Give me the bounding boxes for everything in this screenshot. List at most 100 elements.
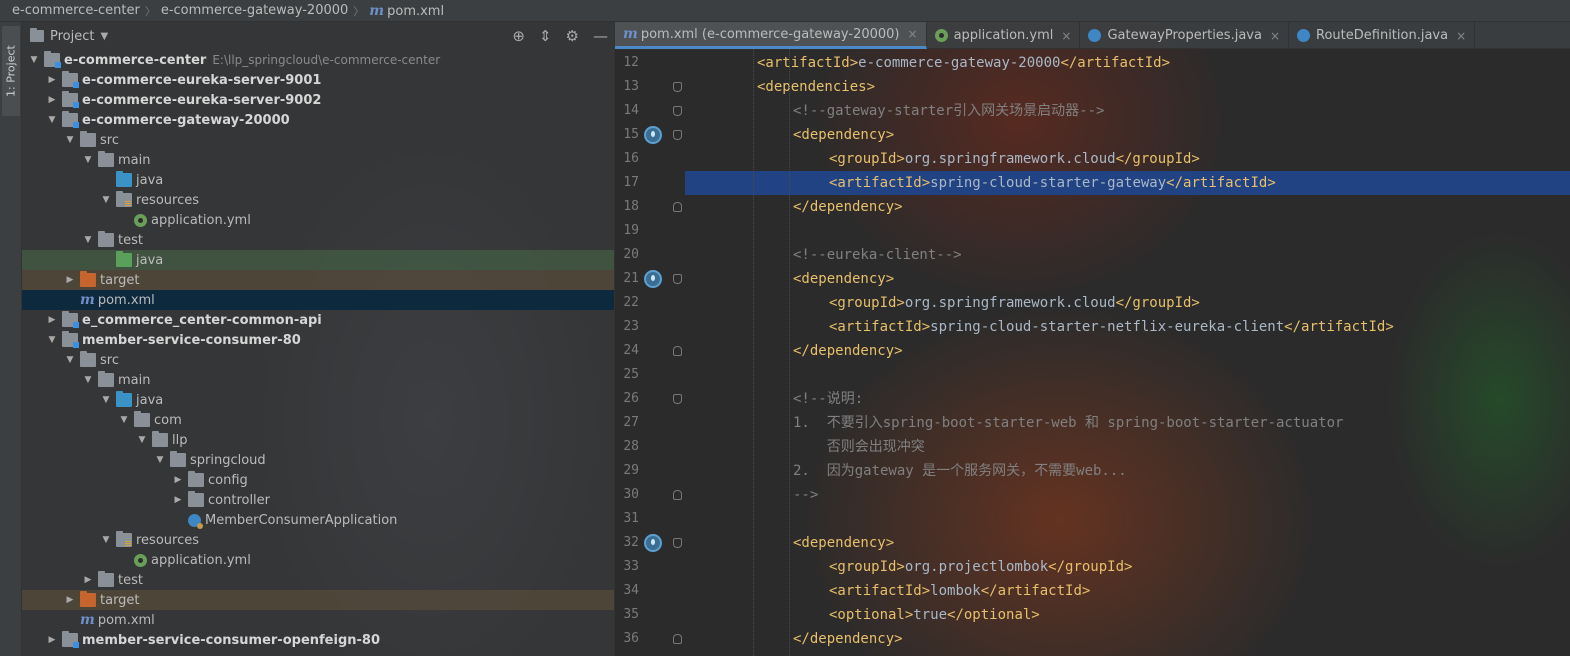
- gear-icon[interactable]: ⚙: [566, 27, 579, 45]
- chevron-right-icon[interactable]: ▶: [64, 275, 76, 285]
- chevron-down-icon[interactable]: ▼: [100, 395, 112, 405]
- chevron-down-icon[interactable]: ▼: [100, 535, 112, 545]
- fold-marker-icon[interactable]: [673, 202, 682, 212]
- tree-row[interactable]: ▼ main: [22, 370, 614, 390]
- tree-row[interactable]: ▶ target: [22, 270, 614, 290]
- code-line[interactable]: <groupId>org.projectlombok</groupId>: [685, 555, 1570, 579]
- tree-row[interactable]: java: [22, 170, 614, 190]
- chevron-down-icon[interactable]: ▼: [64, 355, 76, 365]
- chevron-down-icon[interactable]: ▼: [118, 415, 130, 425]
- tree-row[interactable]: ▶ config: [22, 470, 614, 490]
- chevron-right-icon[interactable]: ▶: [46, 75, 58, 85]
- tree-row[interactable]: ▼ llp: [22, 430, 614, 450]
- project-tool-window-button[interactable]: 1: Project: [2, 26, 20, 116]
- code-line[interactable]: -->: [685, 483, 1570, 507]
- fold-marker-icon[interactable]: [673, 274, 682, 284]
- tree-row[interactable]: ▼ e-commerce-center E:\llp_springcloud\e-c…: [22, 50, 614, 70]
- tree-row[interactable]: ▼ src: [22, 130, 614, 150]
- tree-row[interactable]: ▼ resources: [22, 190, 614, 210]
- tree-row[interactable]: ▼ main: [22, 150, 614, 170]
- chevron-down-icon[interactable]: ▼: [100, 31, 108, 42]
- chevron-right-icon[interactable]: ▶: [64, 595, 76, 605]
- fold-marker-icon[interactable]: [673, 346, 682, 356]
- tree-row[interactable]: application.yml: [22, 210, 614, 230]
- code-line[interactable]: 否则会出现冲突: [685, 435, 1570, 459]
- editor-tab[interactable]: GatewayProperties.java ×: [1080, 22, 1290, 49]
- tree-row[interactable]: MemberConsumerApplication: [22, 510, 614, 530]
- editor-tab[interactable]: m pom.xml (e-commerce-gateway-20000) ×: [615, 22, 927, 49]
- tree-row[interactable]: ▶ test: [22, 570, 614, 590]
- minimize-icon[interactable]: —: [593, 27, 608, 45]
- tree-row[interactable]: ▼ com: [22, 410, 614, 430]
- chevron-down-icon[interactable]: ▼: [82, 155, 94, 165]
- editor-tab[interactable]: RouteDefinition.java ×: [1289, 22, 1476, 49]
- code-line[interactable]: <artifactId>lombok</artifactId>: [685, 579, 1570, 603]
- chevron-down-icon[interactable]: ▼: [136, 435, 148, 445]
- tree-row[interactable]: ▶ controller: [22, 490, 614, 510]
- chevron-right-icon[interactable]: ▶: [46, 635, 58, 645]
- code-line[interactable]: [685, 219, 1570, 243]
- code-line[interactable]: <artifactId>e-commerce-gateway-20000</ar…: [685, 51, 1570, 75]
- chevron-right-icon[interactable]: ▶: [82, 575, 94, 585]
- project-view-selector[interactable]: Project: [50, 29, 94, 44]
- collapse-icon[interactable]: ⇕: [539, 27, 552, 45]
- code-line[interactable]: <artifactId>spring-cloud-starter-gateway…: [685, 171, 1570, 195]
- chevron-right-icon[interactable]: ▶: [46, 315, 58, 325]
- code-line[interactable]: <artifactId>spring-cloud-starter-netflix…: [685, 315, 1570, 339]
- tree-row[interactable]: java: [22, 250, 614, 270]
- close-icon[interactable]: ×: [908, 27, 918, 41]
- code-line[interactable]: <dependencies>: [685, 75, 1570, 99]
- code-line[interactable]: <!--eureka-client-->: [685, 243, 1570, 267]
- breadcrumb-item-project[interactable]: e-commerce-center: [8, 3, 144, 18]
- chevron-down-icon[interactable]: ▼: [100, 195, 112, 205]
- breadcrumb-item-module[interactable]: e-commerce-gateway-20000: [157, 3, 352, 18]
- tree-row[interactable]: ▼ test: [22, 230, 614, 250]
- code-line[interactable]: <optional>true</optional>: [685, 603, 1570, 627]
- code-line[interactable]: <!--说明:: [685, 387, 1570, 411]
- code-line[interactable]: </dependency>: [685, 627, 1570, 651]
- code-line[interactable]: [685, 363, 1570, 387]
- fold-marker-icon[interactable]: [673, 634, 682, 644]
- fold-marker-icon[interactable]: [673, 82, 682, 92]
- tree-row[interactable]: ▶ e-commerce-eureka-server-9002: [22, 90, 614, 110]
- tree-row[interactable]: ▼ e-commerce-gateway-20000: [22, 110, 614, 130]
- chevron-down-icon[interactable]: ▼: [46, 115, 58, 125]
- tree-row[interactable]: ▶ e_commerce_center-common-api: [22, 310, 614, 330]
- code-line[interactable]: </dependency>: [685, 195, 1570, 219]
- dependency-gutter-icon[interactable]: [644, 126, 662, 144]
- code-line[interactable]: <dependency>: [685, 267, 1570, 291]
- code-line[interactable]: [685, 507, 1570, 531]
- breadcrumb-item-file[interactable]: m pom.xml: [365, 3, 448, 19]
- close-icon[interactable]: ×: [1270, 29, 1280, 43]
- tree-row[interactable]: ▼ src: [22, 350, 614, 370]
- code-line[interactable]: <groupId>org.springframework.cloud</grou…: [685, 291, 1570, 315]
- fold-marker-icon[interactable]: [673, 130, 682, 140]
- close-icon[interactable]: ×: [1061, 29, 1071, 43]
- tree-row[interactable]: ▶ member-service-consumer-openfeign-80: [22, 630, 614, 650]
- tree-row[interactable]: m pom.xml: [22, 610, 614, 630]
- code-line[interactable]: <!--gateway-starter引入网关场景启动器-->: [685, 99, 1570, 123]
- code-line[interactable]: 1. 不要引入spring-boot-starter-web 和 spring-…: [685, 411, 1570, 435]
- code-line[interactable]: </dependency>: [685, 339, 1570, 363]
- chevron-right-icon[interactable]: ▶: [172, 495, 184, 505]
- fold-marker-icon[interactable]: [673, 538, 682, 548]
- chevron-down-icon[interactable]: ▼: [64, 135, 76, 145]
- fold-marker-icon[interactable]: [673, 394, 682, 404]
- tree-row[interactable]: application.yml: [22, 550, 614, 570]
- code-line[interactable]: <dependency>: [685, 531, 1570, 555]
- chevron-down-icon[interactable]: ▼: [154, 455, 166, 465]
- close-icon[interactable]: ×: [1456, 29, 1466, 43]
- tree-row[interactable]: ▶ target: [22, 590, 614, 610]
- tree-row[interactable]: ▼ member-service-consumer-80: [22, 330, 614, 350]
- chevron-down-icon[interactable]: ▼: [82, 375, 94, 385]
- tree-row[interactable]: ▼ springcloud: [22, 450, 614, 470]
- code-line[interactable]: <groupId>org.springframework.cloud</grou…: [685, 147, 1570, 171]
- tree-row[interactable]: m pom.xml: [22, 290, 614, 310]
- tree-row[interactable]: ▶ e-commerce-eureka-server-9001: [22, 70, 614, 90]
- code-area[interactable]: <artifactId>e-commerce-gateway-20000</ar…: [685, 49, 1570, 656]
- chevron-down-icon[interactable]: ▼: [82, 235, 94, 245]
- locate-icon[interactable]: ⊕: [512, 27, 525, 45]
- editor-tab[interactable]: application.yml ×: [927, 22, 1081, 49]
- tree-row[interactable]: ▼ resources: [22, 530, 614, 550]
- fold-marker-icon[interactable]: [673, 106, 682, 116]
